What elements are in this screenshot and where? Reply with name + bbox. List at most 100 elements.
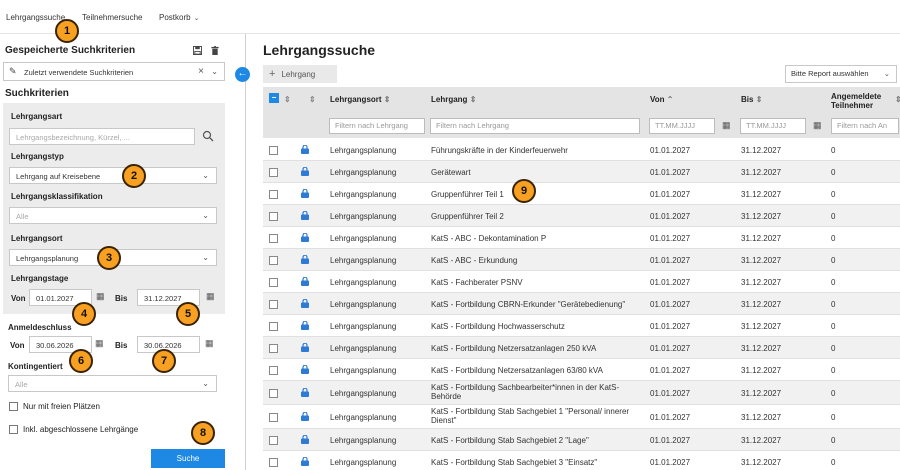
pencil-icon[interactable]: ✎ [9,66,17,77]
table-row[interactable]: Lehrgangsplanung KatS - Fortbildung Netze… [263,359,900,381]
lock-icon[interactable] [301,166,309,178]
lock-icon[interactable] [301,276,309,288]
nav-teilnehmersuche[interactable]: Teilnehmersuche [82,13,142,22]
row-checkbox[interactable] [269,233,278,243]
close-icon[interactable]: × [198,66,204,77]
nur-freie-checkbox[interactable] [9,402,18,411]
report-select[interactable]: Bitte Report auswählen ⌄ [785,65,897,83]
row-checkbox[interactable] [269,167,278,177]
calendar-icon[interactable]: ▦ [722,120,731,131]
cell-lehrgangsort: Lehrgangsplanung [330,388,397,398]
lock-icon[interactable] [301,387,309,399]
cell-lehrgang: KatS - ABC - Erkundung [431,255,518,265]
cell-angemeldete: 0 [831,435,836,445]
table-row[interactable]: Lehrgangsplanung Gruppenführer Teil 1 01.0… [263,183,900,205]
chevron-down-icon[interactable]: ⌄ [211,67,218,76]
table-row[interactable]: Lehrgangsplanung KatS - Fortbildung Netze… [263,337,900,359]
kontingentiert-value: Alle [15,380,28,389]
trash-icon[interactable] [211,46,219,57]
lock-icon[interactable] [301,411,309,423]
row-checkbox[interactable] [269,255,278,265]
col-angemeldete[interactable]: Angemeldete Teilnehmer [831,92,881,110]
lock-icon[interactable] [301,188,309,200]
calendar-icon[interactable]: ▦ [205,338,214,349]
sort-icon[interactable]: ⇕ [309,95,316,104]
table-row[interactable]: Lehrgangsplanung KatS - ABC - Erkundung 01… [263,249,900,271]
cell-bis: 31.12.2027 [741,343,782,353]
row-checkbox[interactable] [269,189,278,199]
cell-lehrgang: KatS - Fortbildung Stab Sachgebiet 3 "Ei… [431,457,598,467]
cell-lehrgang: Führungskräfte in der Kinderfeuerwehr [431,145,568,155]
row-checkbox[interactable] [269,299,278,309]
tage-von-value: 01.01.2027 [36,294,74,303]
table-row[interactable]: Lehrgangsplanung KatS - Fortbildung Sachb… [263,381,900,405]
col-von[interactable]: Von ⌃ [650,95,673,104]
lock-icon[interactable] [301,434,309,446]
cell-bis: 31.12.2027 [741,167,782,177]
row-checkbox[interactable] [269,412,278,422]
lock-icon[interactable] [301,342,309,354]
floppy-disk-icon[interactable] [193,46,202,57]
lock-icon[interactable] [301,254,309,266]
arrow-left-icon[interactable]: ← [235,67,250,82]
table-row[interactable]: Lehrgangsplanung KatS - Fortbildung Stab … [263,429,900,451]
col-bis[interactable]: Bis ⇕ [741,95,762,104]
select-all-checkbox[interactable]: − [269,93,279,103]
table-row[interactable]: Lehrgangsplanung KatS - Fortbildung CBRN-… [263,293,900,315]
filter-von[interactable]: TT.MM.JJJJ [649,118,715,134]
kontingentiert-select[interactable]: Alle ⌄ [8,375,217,392]
col-lehrgang[interactable]: Lehrgang ⇕ [431,95,476,104]
row-checkbox[interactable] [269,343,278,353]
lehrgangsart-input[interactable]: Lehrgangsbezeichnung, Kürzel, ... [9,128,195,145]
filter-lehrgangsort[interactable]: Filtern nach Lehrgang [329,118,425,134]
lock-icon[interactable] [301,456,309,468]
row-checkbox[interactable] [269,145,278,155]
calendar-icon[interactable]: ▦ [95,338,104,349]
lock-icon[interactable] [301,144,309,156]
filter-angemeldete[interactable]: Filtern nach An [831,118,899,134]
badge-3: 3 [97,246,121,270]
nav-lehrgangssuche[interactable]: Lehrgangssuche [6,13,65,22]
add-lehrgang-button[interactable]: + Lehrgang [263,65,337,83]
filter-bis[interactable]: TT.MM.JJJJ [740,118,806,134]
table-row[interactable]: Lehrgangsplanung KatS - Fortbildung Hochw… [263,315,900,337]
calendar-icon[interactable]: ▦ [96,291,105,302]
table-row[interactable]: Lehrgangsplanung KatS - ABC - Dekontamina… [263,227,900,249]
table-row[interactable]: Lehrgangsplanung KatS - Fachberater PSNV 0… [263,271,900,293]
filter-lehrgang[interactable]: Filtern nach Lehrgang [430,118,640,134]
row-checkbox[interactable] [269,321,278,331]
lock-icon[interactable] [301,364,309,376]
row-checkbox[interactable] [269,457,278,467]
lehrgangstyp-select[interactable]: Lehrgang auf Kreisebene ⌄ [9,167,217,184]
saved-criteria-select[interactable]: ✎ Zuletzt verwendete Suchkriterien × ⌄ [3,62,225,81]
search-button[interactable]: Suche [151,449,225,468]
row-checkbox[interactable] [269,435,278,445]
klassifikation-select[interactable]: Alle ⌄ [9,207,217,224]
calendar-icon[interactable]: ▦ [206,291,215,302]
sort-icon[interactable]: ⇕ [284,95,291,104]
table-row[interactable]: Lehrgangsplanung Gerätewart 01.01.2027 31.1… [263,161,900,183]
table-row[interactable]: Lehrgangsplanung Gruppenführer Teil 2 01.0… [263,205,900,227]
cell-von: 01.01.2027 [650,457,691,467]
chevron-down-icon: ⌄ [202,379,209,388]
calendar-icon[interactable]: ▦ [813,120,822,131]
sort-icon[interactable]: ⇕ [895,95,900,104]
lock-icon[interactable] [301,320,309,332]
table-row[interactable]: Lehrgangsplanung KatS - Fortbildung Stab … [263,405,900,429]
ort-label: Lehrgangsort [11,234,63,243]
nav-postkorb[interactable]: Postkorb ⌄ [159,13,199,22]
table-row[interactable]: Lehrgangsplanung KatS - Fortbildung Stab … [263,451,900,470]
badge-7: 7 [152,349,176,373]
lock-icon[interactable] [301,298,309,310]
cell-lehrgangsort: Lehrgangsplanung [330,255,397,265]
row-checkbox[interactable] [269,365,278,375]
table-row[interactable]: Lehrgangsplanung Führungskräfte in der Ki… [263,139,900,161]
search-person-icon[interactable] [202,130,214,144]
lock-icon[interactable] [301,210,309,222]
row-checkbox[interactable] [269,388,278,398]
lock-icon[interactable] [301,232,309,244]
row-checkbox[interactable] [269,211,278,221]
row-checkbox[interactable] [269,277,278,287]
col-lehrgangsort[interactable]: Lehrgangsort ⇕ [330,95,391,104]
inkl-abgeschlossen-checkbox[interactable] [9,425,18,434]
